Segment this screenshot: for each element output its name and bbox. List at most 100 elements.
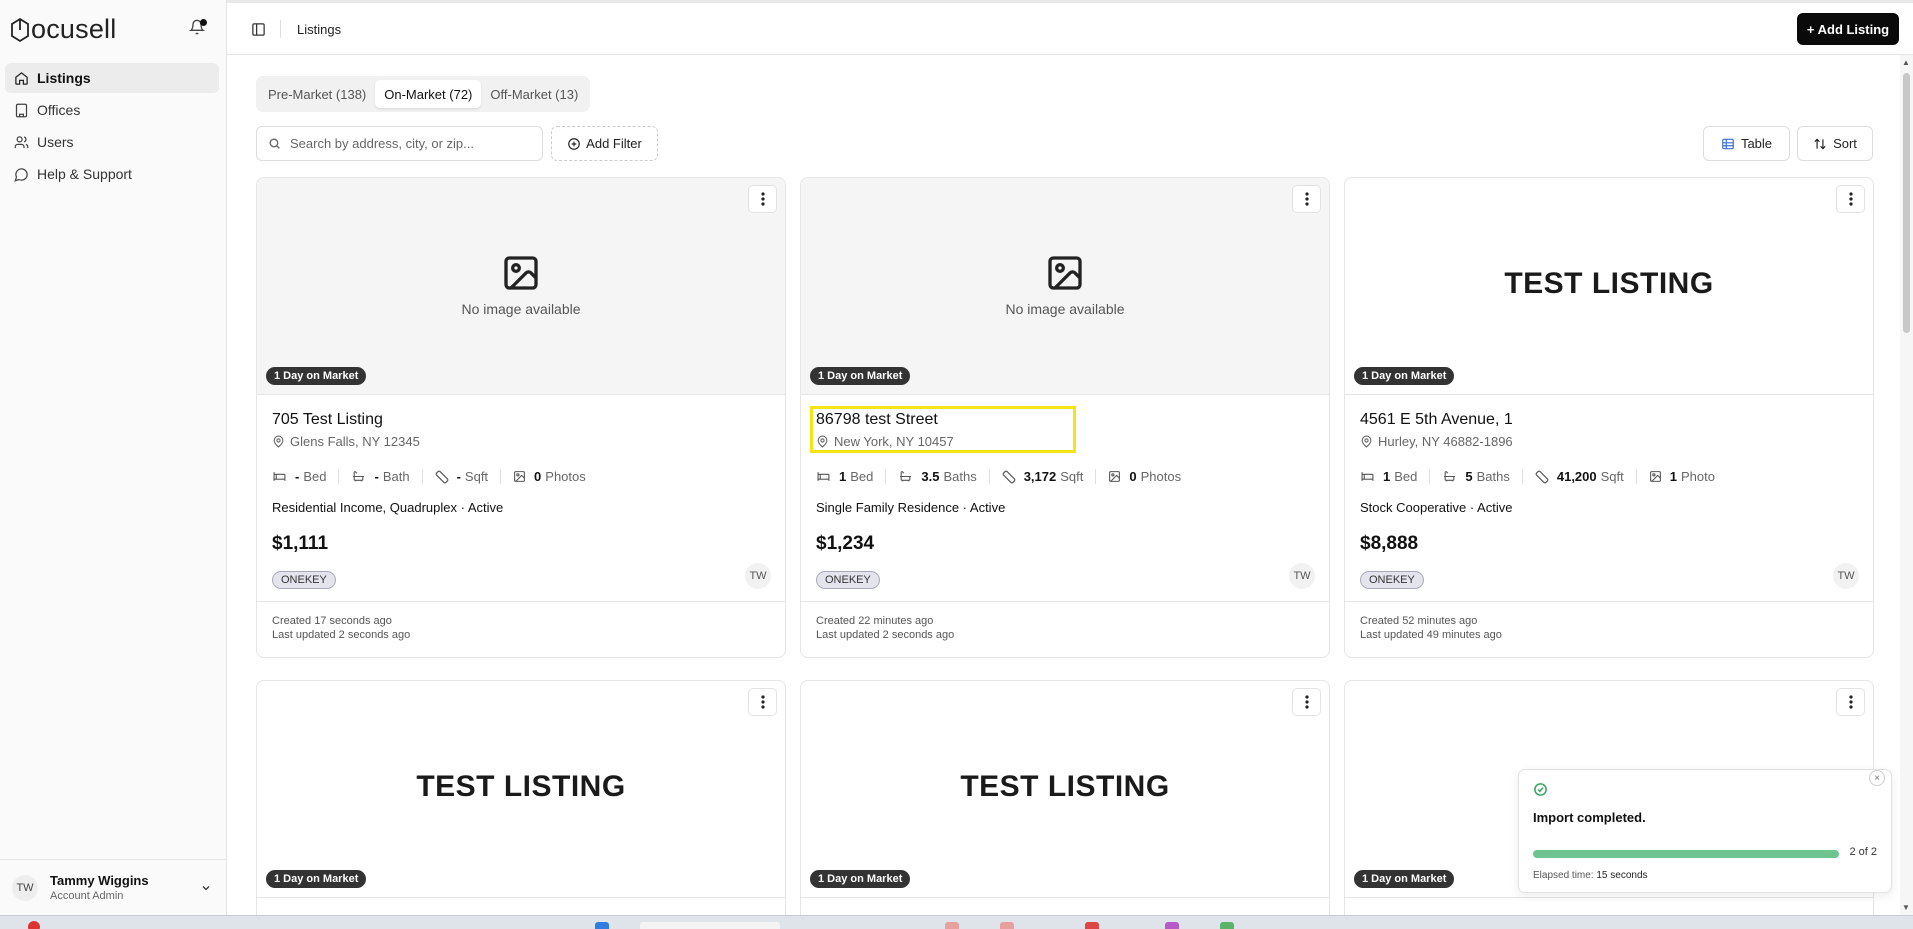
photos-value: 1 bbox=[1669, 469, 1677, 484]
sort-label: Sort bbox=[1833, 136, 1857, 151]
created-time: Created 52 minutes ago bbox=[1360, 615, 1478, 627]
taskbar-app-icon[interactable] bbox=[1000, 922, 1014, 929]
app-root: ocusell Listings Offices Users Help & Su… bbox=[0, 0, 1913, 929]
sidebar-item-offices[interactable]: Offices bbox=[5, 95, 219, 125]
listing-card[interactable]: No image available 1 Day on Market 705 T… bbox=[256, 177, 786, 658]
os-taskbar bbox=[0, 915, 1913, 929]
sqft-stat: 3,172 Sqft bbox=[1002, 469, 1097, 484]
taskbar-search-icon[interactable] bbox=[640, 922, 780, 929]
more-vertical-icon bbox=[760, 695, 765, 709]
card-footer: Created 17 seconds ago Last updated 2 se… bbox=[257, 601, 785, 657]
notification-dot bbox=[200, 19, 207, 26]
highlight-box bbox=[810, 406, 1076, 453]
days-on-market-badge: 1 Day on Market bbox=[810, 870, 911, 888]
card-menu-button[interactable] bbox=[1292, 185, 1321, 213]
tab-off-market[interactable]: Off-Market (13) bbox=[481, 80, 587, 108]
updated-time: Last updated 2 seconds ago bbox=[816, 629, 955, 641]
ruler-icon bbox=[1535, 470, 1549, 483]
sqft-label: Sqft bbox=[1600, 469, 1624, 484]
avatar: TW bbox=[12, 874, 38, 901]
bed-icon bbox=[1361, 472, 1374, 481]
ruler-icon bbox=[435, 470, 448, 483]
notifications-button[interactable] bbox=[188, 19, 207, 37]
agent-avatar: TW bbox=[1833, 563, 1859, 589]
card-menu-button[interactable] bbox=[1836, 185, 1865, 213]
created-time: Created 17 seconds ago bbox=[272, 615, 392, 627]
listing-city: Hurley, NY 46882-1896 bbox=[1360, 434, 1858, 449]
chevron-down-icon bbox=[202, 886, 210, 891]
add-filter-button[interactable]: Add Filter bbox=[551, 126, 658, 161]
tab-on-market[interactable]: On-Market (72) bbox=[375, 80, 482, 108]
sidebar-item-label: Users bbox=[37, 134, 74, 150]
import-count: 2 of 2 bbox=[1849, 846, 1877, 858]
baths-value: 3.5 bbox=[921, 469, 940, 484]
add-listing-button[interactable]: + Add Listing bbox=[1797, 13, 1899, 45]
listing-image: No image available 1 Day on Market bbox=[801, 178, 1329, 395]
taskbar-app-icon[interactable] bbox=[1220, 922, 1234, 929]
listing-stats: 1 Bed 5 Baths 41,200 Sqft 1 Photo bbox=[1360, 469, 1858, 484]
scrollbar[interactable]: ▲ ▼ bbox=[1900, 55, 1913, 915]
breadcrumb[interactable]: Listings bbox=[297, 22, 341, 37]
ruler-icon bbox=[1002, 470, 1016, 483]
photos-stat: 1 Photo bbox=[1649, 469, 1727, 484]
taskbar-app-icon[interactable] bbox=[1085, 922, 1099, 929]
listing-price: $1,234 bbox=[816, 533, 875, 554]
sidebar-item-label: Help & Support bbox=[37, 166, 132, 182]
beds-stat: - Bed bbox=[272, 469, 340, 484]
search-input[interactable] bbox=[290, 136, 510, 151]
card-menu-button[interactable] bbox=[748, 688, 777, 716]
scrollbar-thumb[interactable] bbox=[1903, 73, 1910, 333]
building-icon bbox=[15, 103, 28, 117]
listing-card[interactable]: TEST LISTING 1 Day on Market 4561 E 5th … bbox=[1344, 177, 1874, 658]
listing-city: Glens Falls, NY 12345 bbox=[272, 434, 770, 449]
listing-address[interactable]: 4561 E 5th Avenue, 1 bbox=[1360, 411, 1858, 429]
no-image-text: No image available bbox=[1005, 301, 1125, 317]
brand-name: ocusell bbox=[31, 14, 117, 44]
scroll-up-arrow[interactable]: ▲ bbox=[1902, 58, 1910, 67]
card-body: 705 Test Listing Glens Falls, NY 12345 -… bbox=[257, 411, 785, 589]
chat-icon bbox=[14, 167, 28, 182]
more-vertical-icon bbox=[1848, 695, 1853, 709]
sqft-label: Sqft bbox=[464, 469, 489, 484]
tab-pre-market[interactable]: Pre-Market (138) bbox=[259, 80, 375, 108]
sidebar-toggle-icon[interactable] bbox=[251, 22, 266, 37]
sidebar-item-users[interactable]: Users bbox=[5, 127, 219, 157]
beds-label: Bed bbox=[850, 469, 874, 484]
listing-card[interactable]: TEST LISTING 1 Day on Market bbox=[800, 680, 1330, 920]
sqft-value: - bbox=[456, 469, 461, 484]
top-bar: Listings + Add Listing bbox=[227, 0, 1913, 55]
card-menu-button[interactable] bbox=[1836, 688, 1865, 716]
image-icon bbox=[504, 256, 538, 290]
sqft-value: 3,172 bbox=[1023, 469, 1057, 484]
listing-price: $1,111 bbox=[272, 533, 329, 554]
card-menu-button[interactable] bbox=[748, 185, 777, 213]
days-on-market-badge: 1 Day on Market bbox=[266, 367, 367, 385]
sidebar-item-help[interactable]: Help & Support bbox=[5, 159, 219, 189]
listing-price: $8,888 bbox=[1360, 533, 1419, 554]
taskbar-app-icon[interactable] bbox=[945, 922, 959, 929]
check-circle-icon bbox=[1534, 783, 1547, 796]
card-footer: Created 22 minutes ago Last updated 2 se… bbox=[801, 601, 1329, 657]
taskbar-app-icon[interactable] bbox=[1165, 922, 1179, 929]
toast-close-button[interactable]: × bbox=[1869, 770, 1885, 786]
city-text: Glens Falls, NY 12345 bbox=[290, 434, 420, 449]
sort-button[interactable]: Sort bbox=[1797, 126, 1873, 161]
import-progress-bar bbox=[1533, 850, 1839, 858]
bath-icon bbox=[353, 471, 365, 482]
mls-badge: ONEKEY bbox=[816, 571, 880, 589]
user-menu[interactable]: TW Tammy Wiggins Account Admin bbox=[0, 859, 227, 915]
scroll-down-arrow[interactable]: ▼ bbox=[1902, 903, 1910, 912]
toast-message: Import completed. bbox=[1533, 810, 1646, 825]
taskbar-notification-icon[interactable] bbox=[28, 921, 40, 929]
listing-address[interactable]: 705 Test Listing bbox=[272, 411, 770, 429]
photos-label: Photo bbox=[1680, 469, 1715, 484]
taskbar-app-icon[interactable] bbox=[595, 922, 609, 929]
search-box bbox=[256, 126, 543, 161]
listing-card[interactable]: TEST LISTING 1 Day on Market bbox=[256, 680, 786, 920]
brand-logo[interactable]: ocusell bbox=[10, 14, 116, 45]
sidebar-item-listings[interactable]: Listings bbox=[5, 63, 219, 93]
table-view-button[interactable]: Table bbox=[1703, 126, 1790, 161]
progress-fill bbox=[1533, 850, 1839, 858]
card-menu-button[interactable] bbox=[1292, 688, 1321, 716]
map-pin-icon bbox=[1361, 435, 1372, 448]
